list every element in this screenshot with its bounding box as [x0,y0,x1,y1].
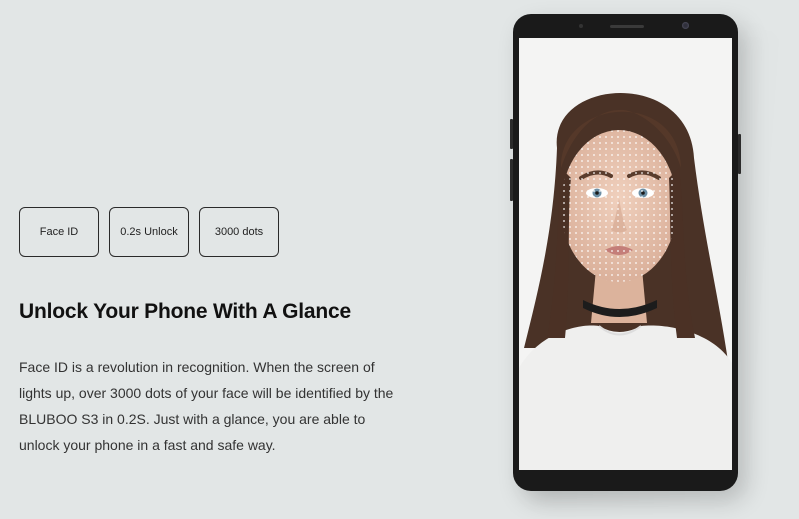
feature-box-dots: 3000 dots [199,207,279,257]
feature-box-unlock-speed: 0.2s Unlock [109,207,189,257]
phone-image [510,14,741,491]
power-button [738,134,741,174]
feature-box-face-id: Face ID [19,207,99,257]
volume-button [510,159,513,201]
face-scan-illustration [519,38,732,470]
description-text: Face ID is a revolution in recognition. … [19,359,394,453]
earpiece [610,25,644,28]
feature-label: Face ID [39,226,79,238]
sensor-icon [579,24,583,28]
feature-boxes: Face ID 0.2s Unlock 3000 dots [19,207,279,257]
phone-screen [519,38,732,470]
feature-label: 0.2s Unlock [120,226,178,238]
front-camera-icon [682,22,689,29]
page-heading: Unlock Your Phone With A Glance [19,300,351,323]
volume-button [510,119,513,149]
feature-label: 3000 dots [214,226,264,238]
